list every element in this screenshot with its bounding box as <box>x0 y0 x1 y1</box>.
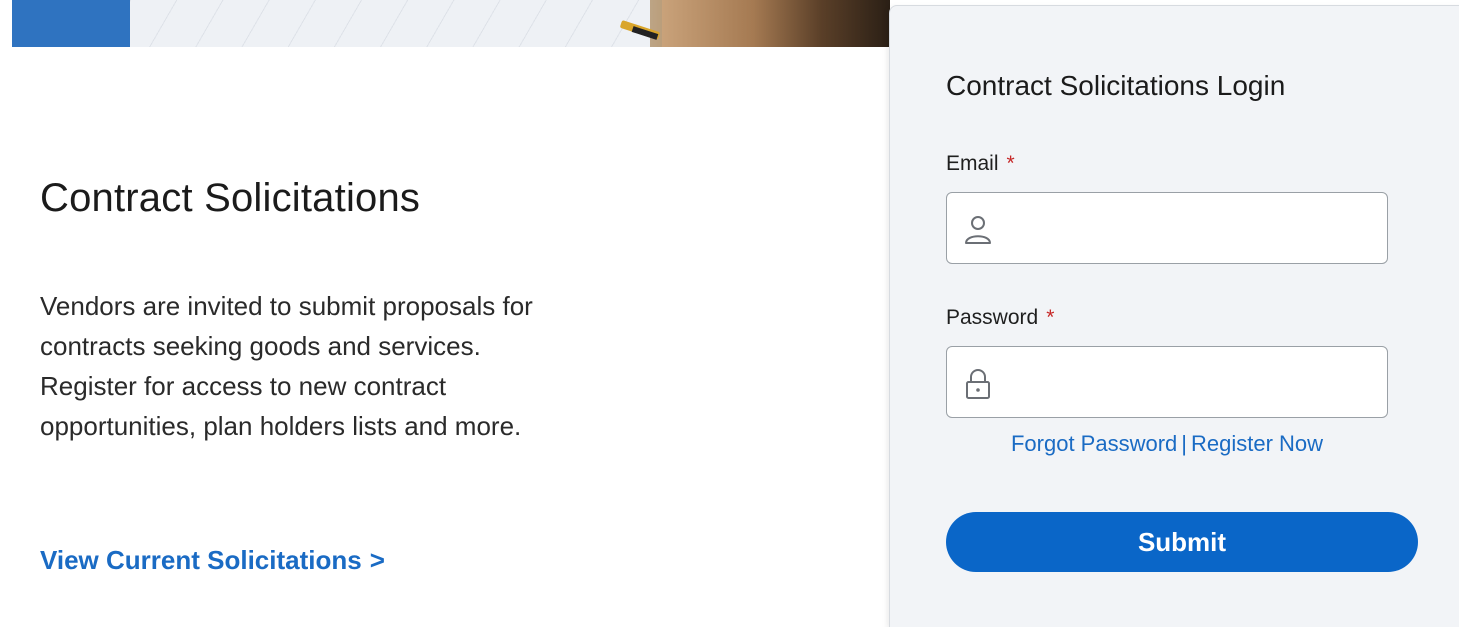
login-title: Contract Solicitations Login <box>946 70 1286 101</box>
email-field-container[interactable] <box>946 192 1388 264</box>
auth-links: Forgot Password | Register Now <box>946 431 1388 457</box>
intro-line: Register for access to new contract <box>40 371 447 401</box>
password-field[interactable] <box>1009 361 1373 407</box>
lock-icon <box>961 367 995 401</box>
register-now-link[interactable]: Register Now <box>1191 431 1323 456</box>
hero-banner-image <box>12 0 890 47</box>
hero-blue-shape <box>12 0 130 47</box>
required-marker: * <box>1046 306 1055 329</box>
view-link-label: View Current Solicitations <box>40 545 362 575</box>
intro-line: Vendors are invited to submit proposals … <box>40 291 533 321</box>
email-label: Email * <box>946 152 1015 176</box>
link-separator: | <box>1181 431 1187 456</box>
hero-hand-photo <box>662 0 890 47</box>
password-label-text: Password <box>946 306 1039 329</box>
page-title: Contract Solicitations <box>40 176 421 220</box>
email-field[interactable] <box>1009 207 1373 253</box>
password-label: Password * <box>946 306 1054 330</box>
intro-line: contracts seeking goods and services. <box>40 331 481 361</box>
chevron-right-icon: > <box>369 545 385 575</box>
user-icon <box>961 213 995 247</box>
required-marker: * <box>1006 152 1015 175</box>
login-panel: Contract Solicitations Login Email * Pass… <box>889 5 1459 627</box>
email-label-text: Email <box>946 152 999 175</box>
submit-button[interactable]: Submit <box>946 512 1418 572</box>
password-field-container[interactable] <box>946 346 1388 418</box>
view-current-solicitations-link[interactable]: View Current Solicitations > <box>40 545 385 576</box>
intro-paragraph: Vendors are invited to submit proposals … <box>40 286 740 446</box>
forgot-password-link[interactable]: Forgot Password <box>1011 431 1177 456</box>
hero-blueprint-paper <box>130 0 650 47</box>
intro-line: opportunities, plan holders lists and mo… <box>40 411 522 441</box>
